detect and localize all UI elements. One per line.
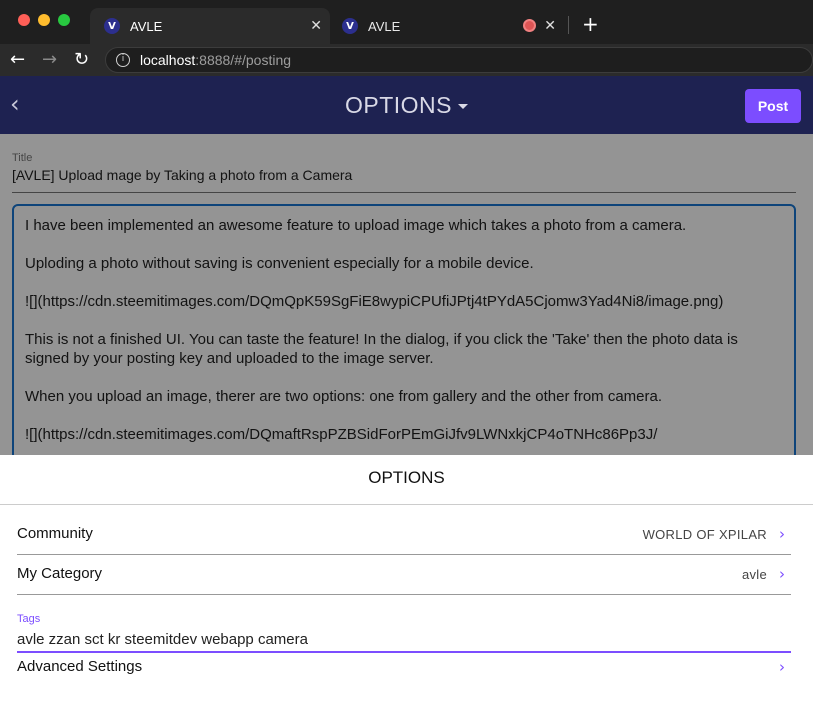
category-value: avle <box>741 567 767 582</box>
tab-title: AVLE <box>368 18 401 34</box>
tab-close-icon[interactable]: ✕ <box>544 18 556 34</box>
community-row[interactable]: Community WORLD OF XPILAR › <box>17 515 791 555</box>
options-bottom-sheet: OPTIONS Community WORLD OF XPILAR › My C… <box>0 455 813 715</box>
window-minimize-button[interactable] <box>38 14 50 26</box>
sheet-divider <box>0 504 813 505</box>
browser-address-bar: ← → ↻ i localhost:8888/#/posting <box>0 44 813 76</box>
forward-arrow-icon[interactable]: → <box>42 49 57 70</box>
app-bar: ‹ OPTIONS Post <box>0 76 813 134</box>
site-info-icon[interactable]: i <box>116 53 130 67</box>
community-value: WORLD OF XPILAR <box>642 527 767 542</box>
window-close-button[interactable] <box>18 14 30 26</box>
avle-favicon-icon: V <box>342 18 358 34</box>
tab-title: AVLE <box>130 18 163 34</box>
recording-indicator-icon <box>523 19 536 32</box>
options-menu-title[interactable]: OPTIONS <box>0 92 813 119</box>
tags-label: Tags <box>17 613 41 625</box>
tags-input[interactable] <box>17 627 791 653</box>
sheet-title: OPTIONS <box>368 468 445 487</box>
url-path: :8888/#/posting <box>195 52 292 68</box>
category-label: My Category <box>17 565 103 582</box>
page-title: OPTIONS <box>344 92 452 118</box>
chevron-right-icon: › <box>779 658 785 676</box>
url-field[interactable]: i localhost:8888/#/posting <box>105 47 813 73</box>
post-button[interactable]: Post <box>745 89 801 123</box>
chevron-right-icon: › <box>779 525 785 543</box>
tab-separator <box>568 16 569 34</box>
reload-icon[interactable]: ↻ <box>74 49 89 70</box>
advanced-settings-label: Advanced Settings <box>17 658 143 675</box>
tab-close-icon[interactable]: ✕ <box>310 18 322 34</box>
new-tab-button[interactable]: + <box>582 12 599 36</box>
url-host: localhost <box>140 52 196 68</box>
browser-tab-active[interactable]: V AVLE ✕ <box>90 8 330 44</box>
advanced-settings-row[interactable]: Advanced Settings › <box>17 654 791 694</box>
browser-tab-bar: V AVLE ✕ V AVLE ✕ + <box>0 0 813 44</box>
window-zoom-button[interactable] <box>58 14 70 26</box>
avle-favicon-icon: V <box>104 18 120 34</box>
app-viewport: ‹ OPTIONS Post Title [AVLE] Upload mage … <box>0 76 813 715</box>
community-label: Community <box>17 525 93 542</box>
caret-down-icon <box>458 104 468 110</box>
back-arrow-icon[interactable]: ← <box>10 49 25 70</box>
chevron-right-icon: › <box>779 565 785 583</box>
browser-tab-inactive[interactable]: V AVLE ✕ <box>332 8 568 44</box>
category-row[interactable]: My Category avle › <box>17 555 791 595</box>
